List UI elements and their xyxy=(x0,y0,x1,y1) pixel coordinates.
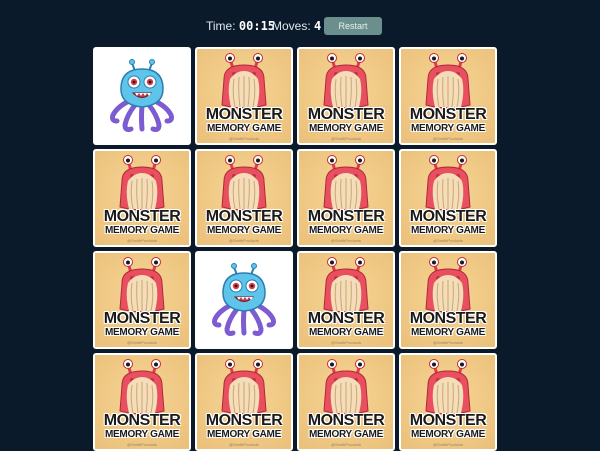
timer-label: Time: xyxy=(206,19,236,33)
card-back-subtitle: MEMORY GAME xyxy=(309,225,383,236)
memory-card-face-down[interactable]: MONSTER MEMORY GAME @SmithProducts xyxy=(297,251,395,349)
card-back-subtitle: MEMORY GAME xyxy=(309,123,383,134)
memory-card-face-down[interactable]: MONSTER MEMORY GAME @SmithProducts xyxy=(399,47,497,145)
card-back-credit: @SmithProducts xyxy=(228,442,260,447)
card-back-title: MONSTER xyxy=(103,310,181,327)
blue-octopus-monster-icon xyxy=(212,263,276,336)
card-back-subtitle: MEMORY GAME xyxy=(105,429,179,440)
moves-label: Moves: xyxy=(272,19,311,33)
card-back-credit: @SmithProducts xyxy=(330,136,362,141)
card-back-subtitle: MEMORY GAME xyxy=(207,429,281,440)
card-back-credit: @SmithProducts xyxy=(330,442,362,447)
memory-card-face-down[interactable]: MONSTER MEMORY GAME @SmithProducts xyxy=(297,149,395,247)
card-back-title: MONSTER xyxy=(409,208,487,225)
memory-card-face-down[interactable]: MONSTER MEMORY GAME @SmithProducts xyxy=(297,47,395,145)
memory-card-face-down[interactable]: MONSTER MEMORY GAME @SmithProducts xyxy=(297,353,395,451)
card-back-subtitle: MEMORY GAME xyxy=(411,429,485,440)
timer-value: 00:15 xyxy=(238,19,276,33)
card-back-title: MONSTER xyxy=(409,310,487,327)
memory-card-face-down[interactable]: MONSTER MEMORY GAME @SmithProducts xyxy=(93,353,191,451)
card-back-credit: @SmithProducts xyxy=(330,340,362,345)
card-back-subtitle: MEMORY GAME xyxy=(207,225,281,236)
blue-octopus-monster-icon xyxy=(110,59,174,132)
card-back-title: MONSTER xyxy=(205,106,283,123)
card-back-credit: @SmithProducts xyxy=(126,238,158,243)
card-back-subtitle: MEMORY GAME xyxy=(411,327,485,338)
card-back-credit: @SmithProducts xyxy=(126,442,158,447)
card-back-credit: @SmithProducts xyxy=(432,442,464,447)
timer: Time: 00:15 xyxy=(206,19,275,33)
memory-card-face-down[interactable]: MONSTER MEMORY GAME @SmithProducts xyxy=(195,353,293,451)
memory-card-face-up[interactable] xyxy=(195,251,293,349)
card-back-credit: @SmithProducts xyxy=(432,136,464,141)
card-back-title: MONSTER xyxy=(103,412,181,429)
card-back-credit: @SmithProducts xyxy=(228,136,260,141)
card-back-credit: @SmithProducts xyxy=(126,340,158,345)
card-back-title: MONSTER xyxy=(307,310,385,327)
card-back-title: MONSTER xyxy=(103,208,181,225)
card-back-title: MONSTER xyxy=(307,412,385,429)
card-back-credit: @SmithProducts xyxy=(228,238,260,243)
card-back-title: MONSTER xyxy=(307,106,385,123)
card-back-subtitle: MEMORY GAME xyxy=(207,123,281,134)
card-back-credit: @SmithProducts xyxy=(432,340,464,345)
card-back-title: MONSTER xyxy=(409,412,487,429)
memory-card-face-down[interactable]: MONSTER MEMORY GAME @SmithProducts xyxy=(399,251,497,349)
card-back-title: MONSTER xyxy=(307,208,385,225)
memory-card-face-down[interactable]: MONSTER MEMORY GAME @SmithProducts xyxy=(399,353,497,451)
card-back-subtitle: MEMORY GAME xyxy=(309,327,383,338)
card-back-credit: @SmithProducts xyxy=(432,238,464,243)
restart-button[interactable]: Restart xyxy=(324,17,382,35)
memory-card-face-down[interactable]: MONSTER MEMORY GAME @SmithProducts xyxy=(93,251,191,349)
card-back-subtitle: MEMORY GAME xyxy=(411,123,485,134)
card-back-subtitle: MEMORY GAME xyxy=(105,327,179,338)
moves-value: 4 xyxy=(314,19,322,33)
card-back-title: MONSTER xyxy=(409,106,487,123)
hud-bar: Time: 00:15 Moves: 4 Restart xyxy=(0,17,600,37)
card-back-title: MONSTER xyxy=(205,208,283,225)
card-back-subtitle: MEMORY GAME xyxy=(411,225,485,236)
card-back-subtitle: MEMORY GAME xyxy=(105,225,179,236)
memory-card-face-down[interactable]: MONSTER MEMORY GAME @SmithProducts xyxy=(195,47,293,145)
card-back-subtitle: MEMORY GAME xyxy=(309,429,383,440)
card-grid: MONSTER MEMORY GAME @SmithProducts MONST… xyxy=(93,47,499,451)
card-back-title: MONSTER xyxy=(205,412,283,429)
memory-card-face-down[interactable]: MONSTER MEMORY GAME @SmithProducts xyxy=(93,149,191,247)
memory-card-face-down[interactable]: MONSTER MEMORY GAME @SmithProducts xyxy=(399,149,497,247)
moves-counter: Moves: 4 xyxy=(272,19,321,33)
memory-card-face-up[interactable] xyxy=(93,47,191,145)
memory-card-face-down[interactable]: MONSTER MEMORY GAME @SmithProducts xyxy=(195,149,293,247)
card-back-credit: @SmithProducts xyxy=(330,238,362,243)
